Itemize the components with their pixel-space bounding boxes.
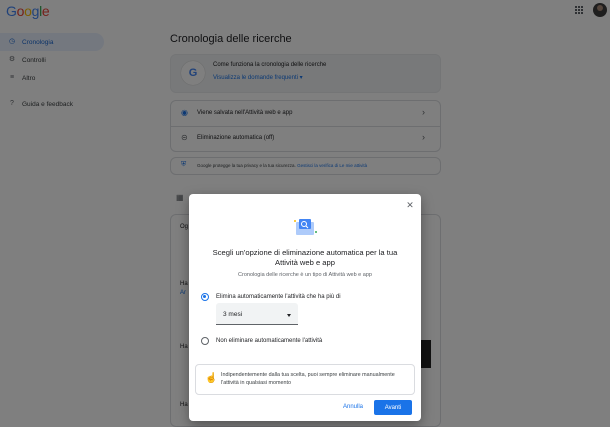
retention-select[interactable]: 3 mesi: [216, 303, 298, 325]
auto-delete-dialog: ✕ Scegli un'opzione di eliminazione auto…: [189, 194, 421, 421]
info-text: Indipendentemente dalla tua scelta, puoi…: [221, 372, 395, 386]
cancel-button[interactable]: Annulla: [343, 404, 363, 410]
hand-icon: ☝: [205, 373, 218, 384]
option-auto-delete-label: Elimina automaticamente l'attività che h…: [216, 294, 341, 300]
radio-auto-delete[interactable]: [201, 293, 209, 301]
close-icon[interactable]: ✕: [405, 200, 415, 210]
option-no-delete-label: Non eliminare automaticamente l'attività: [216, 338, 323, 344]
dialog-title: Scegli un'opzione di eliminazione automa…: [212, 248, 398, 267]
next-button[interactable]: Avanti: [374, 400, 412, 415]
dialog-subtitle: Cronologia delle ricerche è un tipo di A…: [238, 272, 372, 278]
history-illustration-icon: [294, 219, 317, 235]
info-box: ☝ Indipendentemente dalla tua scelta, pu…: [195, 364, 415, 395]
caret-down-icon: [287, 314, 291, 317]
radio-no-delete[interactable]: [201, 337, 209, 345]
select-value: 3 mesi: [223, 311, 243, 318]
